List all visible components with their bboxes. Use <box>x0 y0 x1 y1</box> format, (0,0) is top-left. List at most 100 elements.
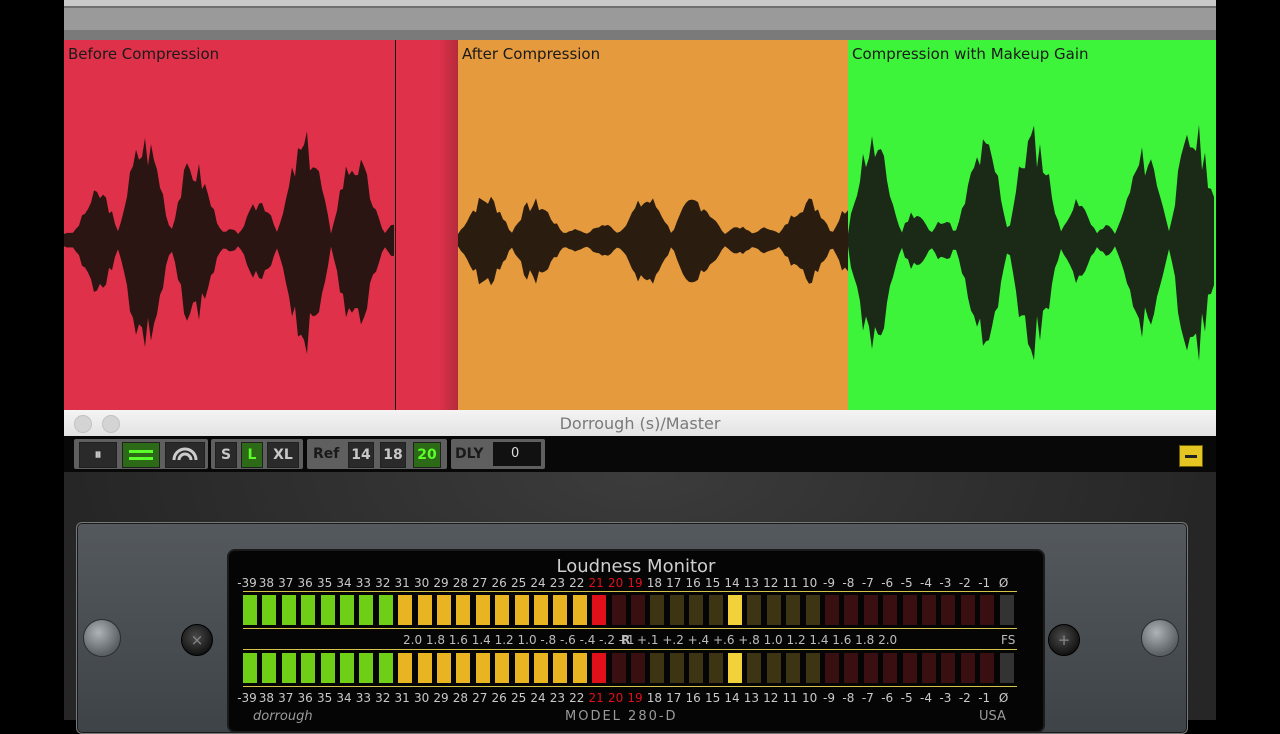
scale-tick-label: 18 <box>646 691 663 705</box>
scale-line <box>243 686 1017 687</box>
clip-before-compression[interactable]: Before Compression <box>64 40 458 410</box>
meter-segment <box>708 653 723 683</box>
scale-tick-label: 17 <box>666 691 682 705</box>
meter-segment <box>320 595 335 625</box>
waveform-makeup <box>848 124 1214 361</box>
meter-segment <box>262 595 277 625</box>
scale-tick-label: -3 <box>939 691 952 705</box>
dly-label: DLY <box>455 446 484 462</box>
scale-tick-label: -39 <box>237 691 257 705</box>
meter-segment <box>243 595 257 625</box>
size-xl-button[interactable]: XL <box>267 442 299 468</box>
scale-tick-label: 12 <box>763 576 779 590</box>
scale-tick-label: 31 <box>394 576 410 590</box>
scale-tick-label: Ø <box>998 576 1009 590</box>
arc-mode-button[interactable] <box>165 442 205 468</box>
ref-label: Ref <box>313 446 340 462</box>
scale-tick-label: -39 <box>237 576 257 590</box>
meter-segment <box>922 595 936 625</box>
meter-segment <box>669 653 684 683</box>
scale-tick-label: 11 <box>782 691 798 705</box>
mid-scale-center: R <box>621 633 631 647</box>
mid-scale-left: 2.0 1.8 1.6 1.4 1.2 1.0 -.8 -.6 -.4 -.2 … <box>403 633 635 647</box>
scale-tick-label: 18 <box>646 576 663 590</box>
arrangement-view: Before Compression After Compression Com… <box>64 0 1216 410</box>
scale-tick-label: 21 <box>588 691 604 705</box>
timeline-ruler[interactable] <box>64 0 1216 40</box>
brand-logo: dorrough <box>253 709 313 724</box>
meter-segment <box>941 595 956 625</box>
scale-tick-label: 15 <box>704 691 721 705</box>
scale-tick-label: 29 <box>433 691 449 705</box>
meter-segment <box>631 595 645 625</box>
meter-segment <box>592 595 607 625</box>
scale-tick-label: -7 <box>861 691 874 705</box>
minus-button[interactable] <box>1179 445 1203 467</box>
scale-tick-label: 32 <box>375 576 391 590</box>
scale-tick-label: -2 <box>958 576 971 590</box>
meter-segment <box>747 653 762 683</box>
plugin-window-titlebar[interactable]: Dorrough (s)/Master <box>64 410 1216 437</box>
meter-segment <box>689 595 704 625</box>
scale-tick-label: 36 <box>297 576 313 590</box>
scale-tick-label: 16 <box>685 691 701 705</box>
close-knob-icon[interactable]: × <box>181 624 213 656</box>
meter-segment <box>999 653 1014 683</box>
size-s-button[interactable]: S <box>215 442 237 468</box>
crossfade-marker[interactable] <box>439 40 459 410</box>
clip-makeup-gain[interactable]: Compression with Makeup Gain <box>848 40 1216 410</box>
meter-segment <box>281 653 296 683</box>
bars-mode-button[interactable] <box>122 442 160 468</box>
playhead[interactable] <box>395 40 396 410</box>
meter-segment <box>708 595 723 625</box>
scale-tick-label: -3 <box>939 576 952 590</box>
scale-tick-label: 28 <box>452 576 469 590</box>
meter-segment <box>883 653 898 683</box>
view-mode-group: ⏸ <box>74 439 208 469</box>
scale-tick-label: -6 <box>881 576 894 590</box>
meter-segment <box>941 653 956 683</box>
meter-segment <box>844 653 859 683</box>
scale-tick-label: Ø <box>998 691 1009 705</box>
size-l-button[interactable]: L <box>241 442 263 468</box>
plus-knob-icon[interactable]: + <box>1048 624 1080 656</box>
meter-segment <box>243 653 257 683</box>
scale-tick-label: 36 <box>297 691 313 705</box>
meter-segment <box>844 595 859 625</box>
scale-tick-label: 38 <box>258 691 275 705</box>
scale-tick-label: 25 <box>510 691 527 705</box>
screw-icon <box>1141 619 1179 657</box>
scale-tick-label: 10 <box>801 691 818 705</box>
meter-segment <box>980 595 995 625</box>
scale-tick-label: 11 <box>782 576 798 590</box>
meter-segment <box>786 653 801 683</box>
ref-20-button[interactable]: 20 <box>413 442 441 468</box>
meter-segment <box>456 595 471 625</box>
delay-value-field[interactable]: 0 <box>493 442 541 466</box>
meter-segment <box>572 653 587 683</box>
delay-group: DLY 0 <box>451 439 545 469</box>
scale-tick-label: 35 <box>316 691 333 705</box>
scale-tick-label: -7 <box>861 576 874 590</box>
clip-after-compression[interactable]: After Compression <box>458 40 848 410</box>
country-label: USA <box>979 709 1006 724</box>
clip-label: After Compression <box>462 45 601 63</box>
ref-14-button[interactable]: 14 <box>348 442 374 468</box>
scale-tick-label: -5 <box>900 691 913 705</box>
ref-18-button[interactable]: 18 <box>380 442 406 468</box>
scale-tick-label: 22 <box>569 691 585 705</box>
meter-segment <box>863 595 878 625</box>
meter-segment <box>340 595 354 625</box>
scale-tick-label: 30 <box>413 691 430 705</box>
meter-segment <box>359 653 374 683</box>
scale-tick-label: 17 <box>666 576 682 590</box>
waveform-before <box>64 131 394 354</box>
meter-segment <box>902 653 917 683</box>
meter-segment <box>611 653 626 683</box>
meter-segment <box>766 595 781 625</box>
meter-segment <box>592 653 607 683</box>
scale-tick-label: 20 <box>607 576 624 590</box>
scale-tick-label: 27 <box>472 576 488 590</box>
pause-button[interactable]: ⏸ <box>79 442 117 468</box>
meter-segment <box>766 653 781 683</box>
